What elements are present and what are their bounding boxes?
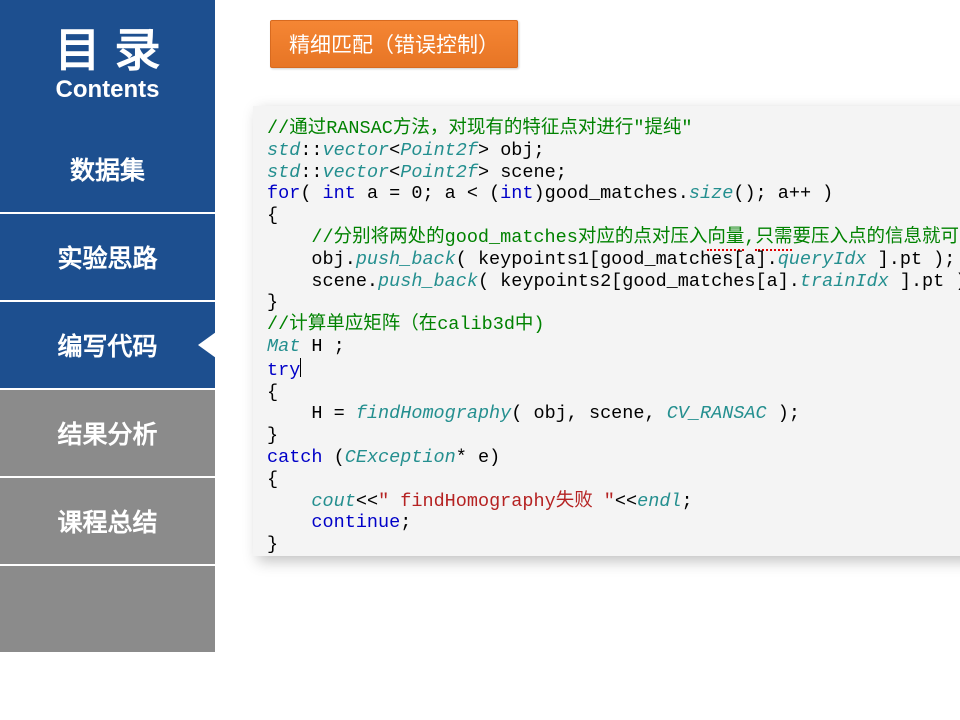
- t: }: [267, 425, 278, 446]
- t: {: [267, 469, 278, 490]
- sidebar-item-label: 结果分析: [57, 415, 157, 451]
- t: std: [267, 140, 300, 161]
- t: continue: [311, 512, 400, 533]
- t: 要压入点的信息就可以: [792, 227, 960, 248]
- t: scene.: [267, 271, 378, 292]
- sidebar-item-analysis[interactable]: 结果分析: [0, 390, 215, 476]
- sidebar-title: 目录 Contents: [0, 0, 215, 126]
- t: CV_RANSAC: [667, 403, 767, 424]
- t: H =: [267, 403, 356, 424]
- code-block: //通过RANSAC方法，对现有的特征点对进行"提纯" std::vector<…: [253, 106, 960, 556]
- t: queryIdx: [778, 249, 867, 270]
- sidebar-item-label: 课程总结: [57, 503, 157, 539]
- t: {: [267, 382, 278, 403]
- section-tag: 精细匹配（错误控制）: [270, 20, 518, 68]
- sidebar-item-blank: [0, 566, 215, 652]
- t: Point2f: [400, 162, 478, 183]
- t: {: [267, 205, 278, 226]
- t: 向量: [707, 227, 744, 251]
- sidebar: 目录 Contents 数据集 实验思路 编写代码 结果分析 课程总结: [0, 0, 215, 720]
- t: )good_matches.: [533, 183, 688, 204]
- t: ( keypoints1[good_matches[a].: [456, 249, 778, 270]
- t: int: [323, 183, 356, 204]
- t: a = 0; a < (: [356, 183, 500, 204]
- t: }: [267, 534, 278, 555]
- t: endl: [637, 491, 681, 512]
- title-cn: 目录: [0, 0, 215, 80]
- t: try: [267, 360, 300, 381]
- t: <<: [615, 491, 637, 512]
- t: ].pt );: [889, 271, 960, 292]
- t: cout: [311, 491, 355, 512]
- code-line: //通过RANSAC方法，对现有的特征点对进行"提纯": [267, 118, 693, 139]
- t: * e): [456, 447, 500, 468]
- t: Mat: [267, 336, 300, 357]
- t: ;: [400, 512, 411, 533]
- t: obj;: [489, 140, 545, 161]
- t: 只需: [755, 227, 792, 251]
- title-en: Contents: [0, 76, 215, 104]
- t: catch: [267, 447, 323, 468]
- t: ( obj, scene,: [511, 403, 666, 424]
- t: for: [267, 183, 300, 204]
- t: vector: [323, 162, 390, 183]
- t: );: [767, 403, 800, 424]
- t: ,: [744, 227, 755, 248]
- t: [267, 491, 311, 512]
- t: " findHomography失败 ": [378, 491, 615, 512]
- t: size: [689, 183, 733, 204]
- t: //计算单应矩阵（在calib3d中): [267, 314, 545, 335]
- t: //分别将两处的good_matches对应的点对压入: [267, 227, 707, 248]
- t: ].pt );: [867, 249, 956, 270]
- sidebar-item-dataset[interactable]: 数据集: [0, 126, 215, 212]
- t: ( keypoints2[good_matches[a].: [478, 271, 800, 292]
- t: }: [267, 292, 278, 313]
- t: int: [500, 183, 533, 204]
- t: (: [323, 447, 345, 468]
- t: obj.: [267, 249, 356, 270]
- t: push_back: [378, 271, 478, 292]
- t: push_back: [356, 249, 456, 270]
- t: findHomography: [356, 403, 511, 424]
- t: ;: [682, 491, 693, 512]
- sidebar-item-label: 数据集: [70, 151, 145, 187]
- t: <<: [356, 491, 378, 512]
- t: vector: [323, 140, 390, 161]
- t: Point2f: [400, 140, 478, 161]
- t: CException: [345, 447, 456, 468]
- sidebar-item-label: 编写代码: [57, 327, 157, 363]
- t: [267, 512, 311, 533]
- sidebar-item-code[interactable]: 编写代码: [0, 302, 215, 388]
- t: std: [267, 162, 300, 183]
- sidebar-item-summary[interactable]: 课程总结: [0, 478, 215, 564]
- t: (); a++ ): [733, 183, 833, 204]
- t: scene;: [489, 162, 567, 183]
- sidebar-item-idea[interactable]: 实验思路: [0, 214, 215, 300]
- t: H ;: [300, 336, 344, 357]
- sidebar-item-label: 实验思路: [57, 239, 157, 275]
- main-area: 精细匹配（错误控制） //通过RANSAC方法，对现有的特征点对进行"提纯" s…: [215, 0, 960, 720]
- text-cursor: [300, 358, 301, 377]
- t: trainIdx: [800, 271, 889, 292]
